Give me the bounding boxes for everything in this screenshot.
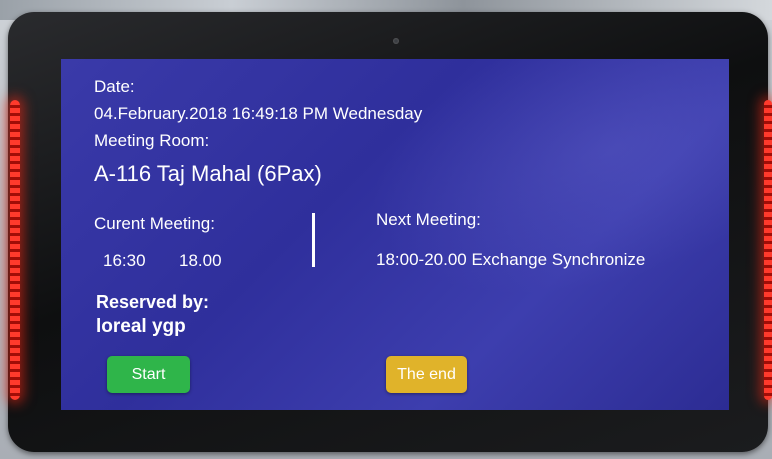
room-booking-screen: Date: 04.February.2018 16:49:18 PM Wedne… <box>61 59 729 410</box>
reserved-by-label: Reserved by: <box>96 292 210 312</box>
date-value: 04.February.2018 16:49:18 PM Wednesday <box>94 104 423 123</box>
date-label: Date: <box>94 77 135 96</box>
end-button[interactable]: The end <box>386 356 467 393</box>
led-strip-left <box>10 100 20 400</box>
meeting-room-name: A-116 Taj Mahal (6Pax) <box>94 161 322 186</box>
next-meeting-value: 18:00-20.00 Exchange Synchronize <box>376 250 646 269</box>
led-strip-right <box>764 100 772 400</box>
current-meeting-end: 18.00 <box>179 251 222 270</box>
reserved-by-value: loreal ygp <box>96 316 186 337</box>
meeting-room-label: Meeting Room: <box>94 131 210 150</box>
section-divider <box>312 213 315 267</box>
camera-icon <box>393 38 399 44</box>
start-button[interactable]: Start <box>107 356 190 393</box>
current-meeting-start: 16:30 <box>103 251 146 270</box>
current-meeting-label: Curent Meeting: <box>94 214 215 233</box>
next-meeting-label: Next Meeting: <box>376 210 481 229</box>
